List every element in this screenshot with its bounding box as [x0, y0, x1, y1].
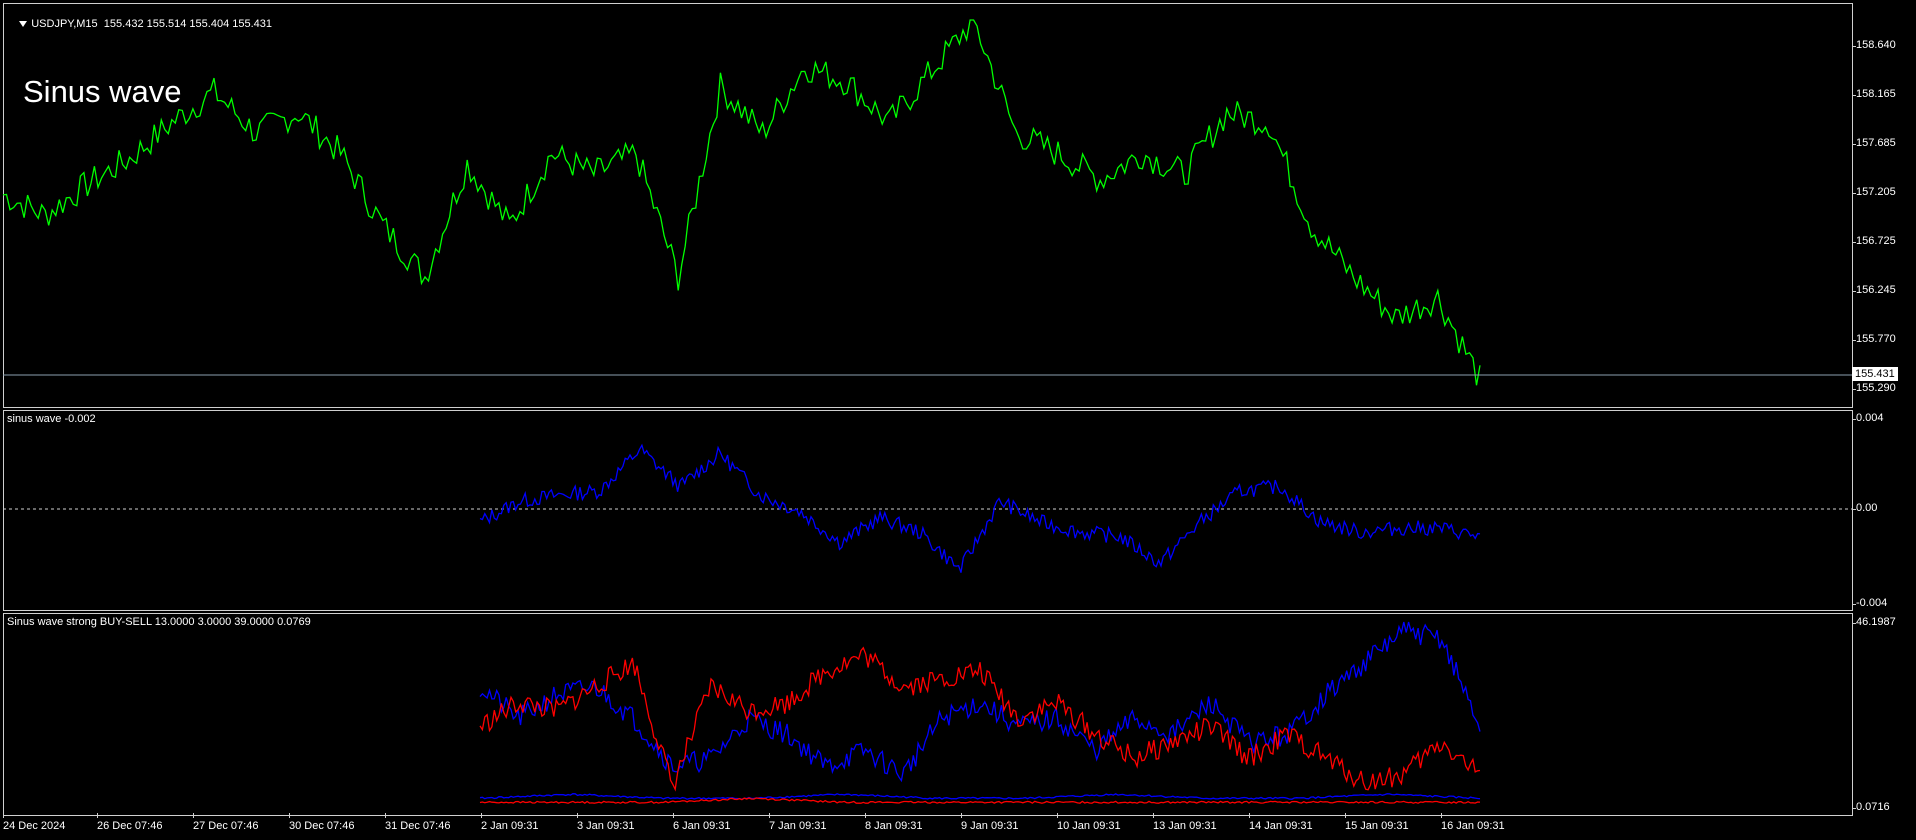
price-tick: 157.685 [1852, 137, 1896, 149]
time-tick: 24 Dec 2024 [3, 813, 66, 832]
indicator1-tick: 0.00 [1851, 502, 1878, 514]
price-tick: 156.245 [1852, 284, 1896, 296]
time-tick: 2 Jan 09:31 [481, 813, 539, 832]
time-tick: 10 Jan 09:31 [1057, 813, 1121, 832]
time-tick: 31 Dec 07:46 [385, 813, 451, 832]
time-tick: 6 Jan 09:31 [673, 813, 731, 832]
time-tick: 15 Jan 09:31 [1345, 813, 1409, 832]
indicator2-tick: 46.1987 [1852, 616, 1896, 628]
sell-strength-line [479, 646, 1481, 792]
time-tick: 27 Dec 07:46 [193, 813, 259, 832]
chart-canvas[interactable] [0, 0, 1916, 840]
indicator2-tick: 0.0716 [1852, 801, 1890, 813]
price-tick: 157.205 [1852, 186, 1896, 198]
time-tick: 7 Jan 09:31 [769, 813, 827, 832]
current-price-badge: 155.431 [1852, 367, 1898, 381]
price-series-line [2, 19, 1481, 386]
time-tick: 16 Jan 09:31 [1441, 813, 1505, 832]
time-tick: 13 Jan 09:31 [1153, 813, 1217, 832]
indicator1-tick: 0.004 [1852, 412, 1884, 424]
time-tick: 8 Jan 09:31 [865, 813, 923, 832]
indicator1-tick: -0.004 [1851, 597, 1888, 609]
price-tick: 156.725 [1852, 235, 1896, 247]
price-tick: 155.770 [1852, 333, 1896, 345]
time-tick: 9 Jan 09:31 [961, 813, 1019, 832]
price-tick: 158.165 [1852, 88, 1896, 100]
buy-baseline-line [479, 793, 1481, 800]
time-tick: 26 Dec 07:46 [97, 813, 163, 832]
time-tick: 30 Dec 07:46 [289, 813, 355, 832]
price-tick: 158.640 [1852, 39, 1896, 51]
time-tick: 14 Jan 09:31 [1249, 813, 1313, 832]
time-tick: 3 Jan 09:31 [577, 813, 635, 832]
price-tick: 155.290 [1852, 382, 1896, 394]
